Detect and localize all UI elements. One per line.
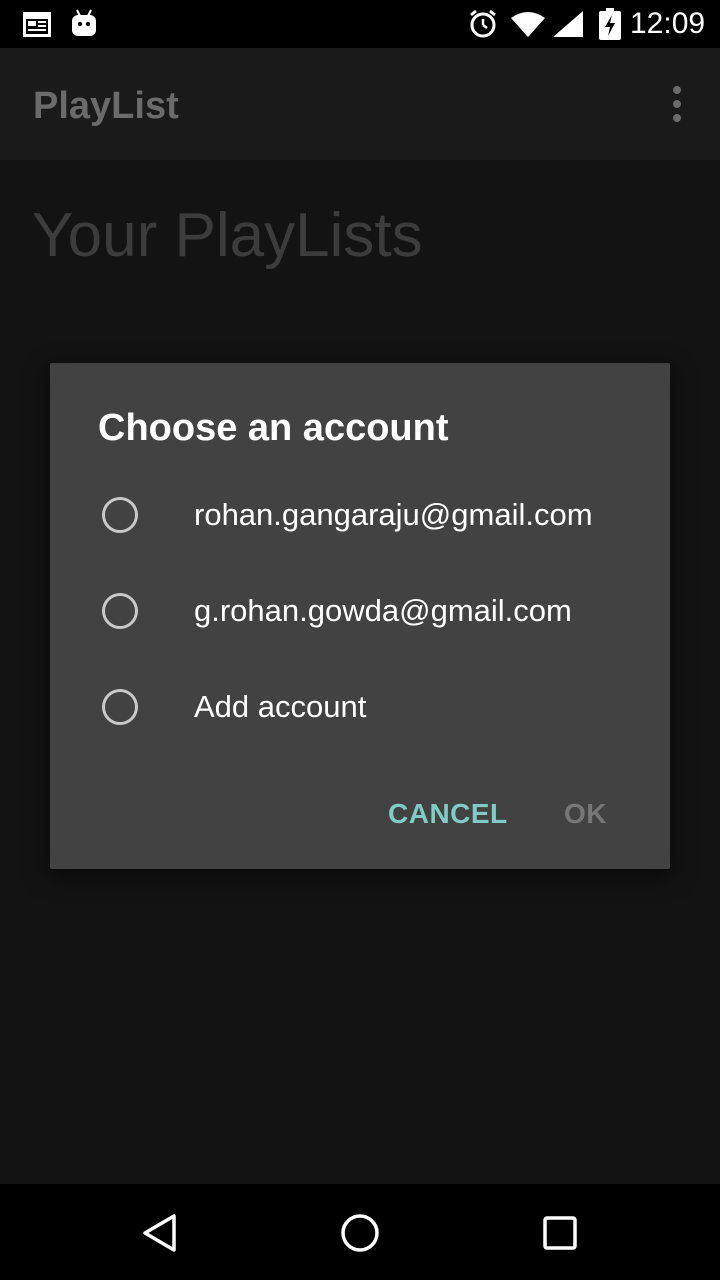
ok-button[interactable]: OK [564, 793, 607, 835]
account-option-2[interactable]: g.rohan.gowda@gmail.com [50, 565, 670, 661]
cancel-button[interactable]: CANCEL [388, 793, 508, 835]
add-account-label: Add account [194, 689, 367, 724]
status-time: 12:09 [630, 7, 706, 40]
status-bar: 12:09 [0, 0, 720, 48]
signal-icon [553, 11, 583, 37]
account-option-label: g.rohan.gowda@gmail.com [194, 593, 572, 628]
account-option-label: rohan.gangaraju@gmail.com [194, 497, 593, 532]
dialog-title: Choose an account [98, 407, 449, 449]
battery-charging-icon [599, 8, 621, 40]
android-icon [72, 9, 96, 36]
add-account-option[interactable]: Add account [50, 661, 670, 757]
app-bar: PlayList [0, 48, 720, 160]
app-title: PlayList [33, 85, 179, 127]
radio-button[interactable] [102, 593, 138, 629]
alarm-icon [470, 9, 496, 38]
back-icon[interactable] [139, 1212, 181, 1254]
radio-button[interactable] [102, 497, 138, 533]
page-heading: Your PlayLists [32, 201, 423, 270]
account-option-1[interactable]: rohan.gangaraju@gmail.com [50, 469, 670, 565]
home-icon[interactable] [339, 1212, 381, 1254]
wifi-icon [511, 12, 545, 37]
navigation-bar [0, 1184, 720, 1280]
recents-icon[interactable] [539, 1212, 581, 1254]
calendar-icon [23, 12, 51, 37]
radio-button[interactable] [102, 689, 138, 725]
account-chooser-dialog: Choose an account rohan.gangaraju@gmail.… [50, 363, 670, 869]
overflow-menu-icon[interactable] [660, 84, 694, 124]
